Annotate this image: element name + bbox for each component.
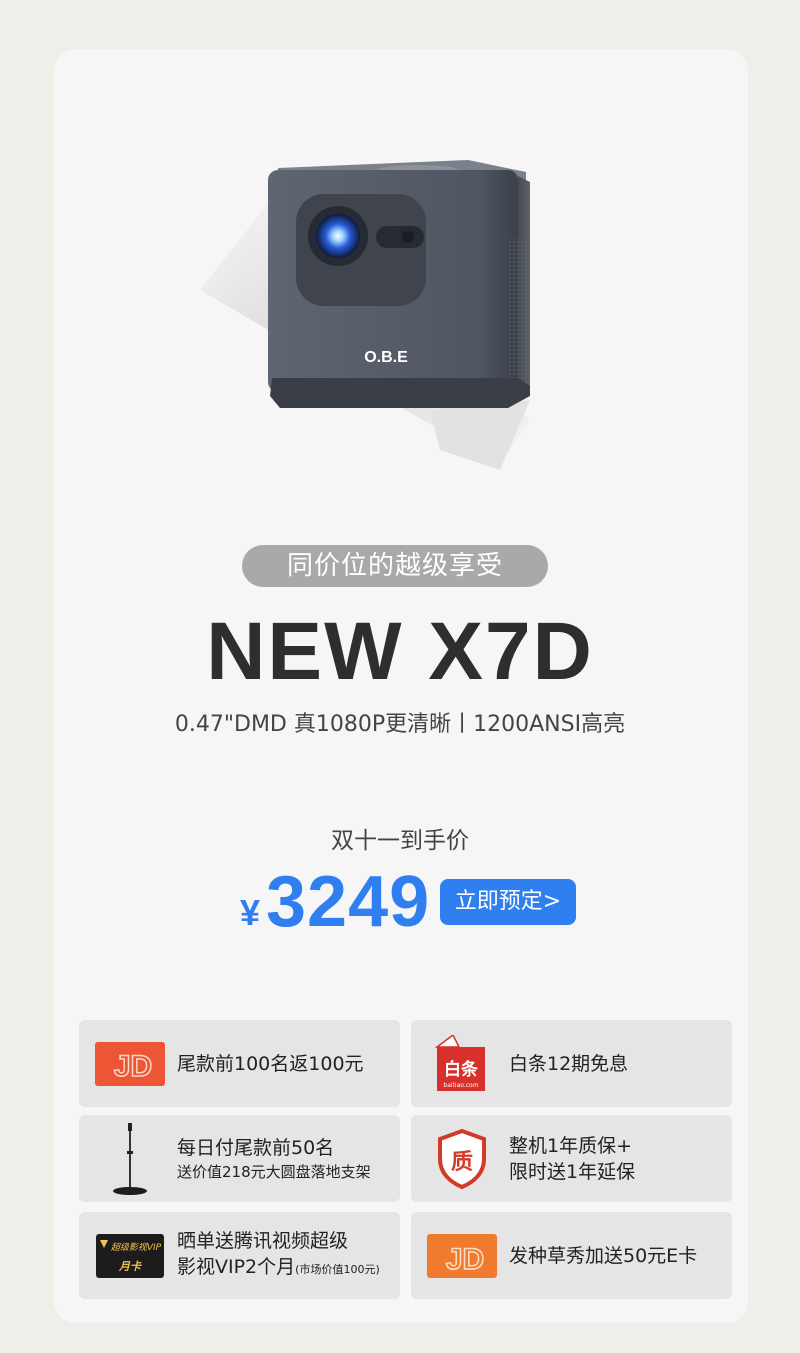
baitiao-logo-sub: baitiao.com <box>443 1082 478 1089</box>
benefit-floor-stand: 每日付尾款前50名 送价值218元大圆盘落地支架 <box>79 1115 400 1202</box>
floor-stand-icon <box>95 1115 165 1202</box>
vip-card-sub: 月卡 <box>118 1260 143 1273</box>
tagline-pill: 同价位的越级享受 <box>242 545 548 587</box>
brand-logo: O.B.E <box>364 349 408 366</box>
baitiao-logo-text: 白条 <box>444 1059 479 1080</box>
product-model-title: NEW X7D <box>206 606 594 697</box>
projector-image: O.B.E <box>200 120 600 500</box>
benefit-subtext: 送价值218元大圆盘落地支架 <box>177 1162 371 1181</box>
jd-card-icon: JD <box>427 1212 497 1299</box>
price-value: 3249 <box>266 862 431 942</box>
currency-symbol: ¥ <box>240 892 261 933</box>
benefit-text: 整机1年质保+ <box>509 1134 633 1157</box>
price-caption: 双十一到手价 <box>331 828 469 854</box>
benefit-text: 尾款前100名返100元 <box>177 1052 364 1075</box>
jd-card-icon: JD <box>95 1020 165 1107</box>
svg-text:JD: JD <box>114 1050 152 1083</box>
quality-shield-icon: 质 <box>427 1115 497 1202</box>
benefit-text: 每日付尾款前50名 <box>177 1136 335 1159</box>
vip-card-icon: 超级影视VIP 月卡 <box>95 1212 165 1299</box>
benefit-text: 发种草秀加送50元E卡 <box>509 1244 698 1267</box>
benefit-text: 晒单送腾讯视频超级 <box>177 1230 349 1252</box>
vip-card-label: 超级影视VIP <box>111 1242 162 1253</box>
benefit-text-2: 影视VIP2个月 <box>177 1256 296 1278</box>
baitiao-icon: 白条 baitiao.com <box>427 1020 497 1107</box>
projector-body: O.B.E <box>268 160 530 408</box>
benefit-text-2: 限时送1年延保 <box>509 1160 636 1183</box>
benefit-ecard: JD 发种草秀加送50元E卡 <box>411 1212 732 1299</box>
benefit-note: (市场价值100元) <box>295 1263 380 1276</box>
product-specs: 0.47"DMD 真1080P更清晰丨1200ANSI高亮 <box>174 712 626 737</box>
benefit-text: 白条12期免息 <box>509 1052 629 1075</box>
benefit-interest-free: 白条 baitiao.com 白条12期免息 <box>411 1020 732 1107</box>
preorder-button[interactable]: 立即预定> <box>440 879 576 925</box>
svg-text:JD: JD <box>446 1243 484 1276</box>
benefit-cashback: JD 尾款前100名返100元 <box>79 1020 400 1107</box>
benefit-vip: 超级影视VIP 月卡 晒单送腾讯视频超级 影视VIP2个月(市场价值100元) <box>79 1212 400 1299</box>
quality-shield-text: 质 <box>451 1150 473 1175</box>
benefit-warranty: 质 整机1年质保+ 限时送1年延保 <box>411 1115 732 1202</box>
